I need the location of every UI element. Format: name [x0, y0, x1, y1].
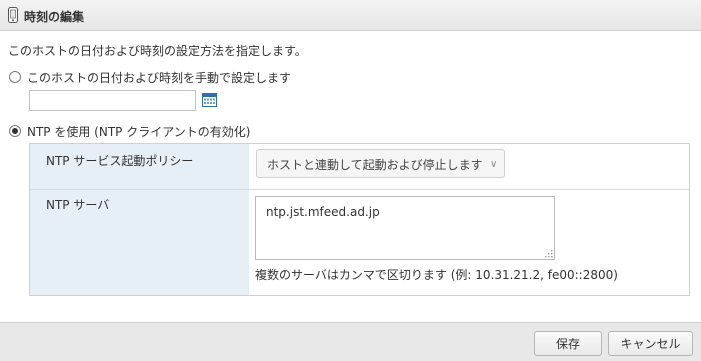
dialog-title: 時刻の編集	[24, 10, 85, 24]
row-divider	[30, 189, 689, 190]
startup-policy-select[interactable]: ホストと連動して起動および停止します ∨	[256, 149, 505, 178]
date-time-input[interactable]	[29, 90, 196, 111]
dialog-titlebar: 時刻の編集	[0, 0, 701, 31]
chevron-down-icon: ∨	[490, 159, 498, 170]
calendar-icon[interactable]	[202, 93, 217, 107]
manual-time-label[interactable]: このホストの日付および時刻を手動で設定します	[27, 69, 291, 86]
resize-grip-icon[interactable]	[545, 250, 553, 258]
use-ntp-label[interactable]: NTP を使用 (NTP クライアントの有効化)	[27, 123, 250, 140]
ntp-server-textarea[interactable]: ntp.jst.mfeed.ad.jp	[255, 196, 555, 260]
ntp-settings-panel: NTP サービス起動ポリシー ホストと連動して起動および停止します ∨ NTP …	[29, 143, 690, 296]
manual-time-radio[interactable]	[9, 71, 21, 83]
description-text: このホストの日付および時刻の設定方法を指定します。	[8, 44, 307, 58]
save-button[interactable]: 保存	[534, 331, 602, 356]
clock-device-icon	[8, 7, 18, 23]
ntp-server-help: 複数のサーバはカンマで区切ります (例: 10.31.21.2, fe00::2…	[255, 268, 618, 282]
startup-policy-value: ホストと連動して起動および停止します	[267, 158, 483, 172]
dialog-footer: 保存 キャンセル	[0, 322, 701, 361]
ntp-server-label: NTP サーバ	[46, 198, 110, 212]
cancel-button[interactable]: キャンセル	[608, 331, 693, 356]
use-ntp-radio[interactable]	[9, 125, 21, 137]
policy-label: NTP サービス起動ポリシー	[46, 154, 194, 168]
